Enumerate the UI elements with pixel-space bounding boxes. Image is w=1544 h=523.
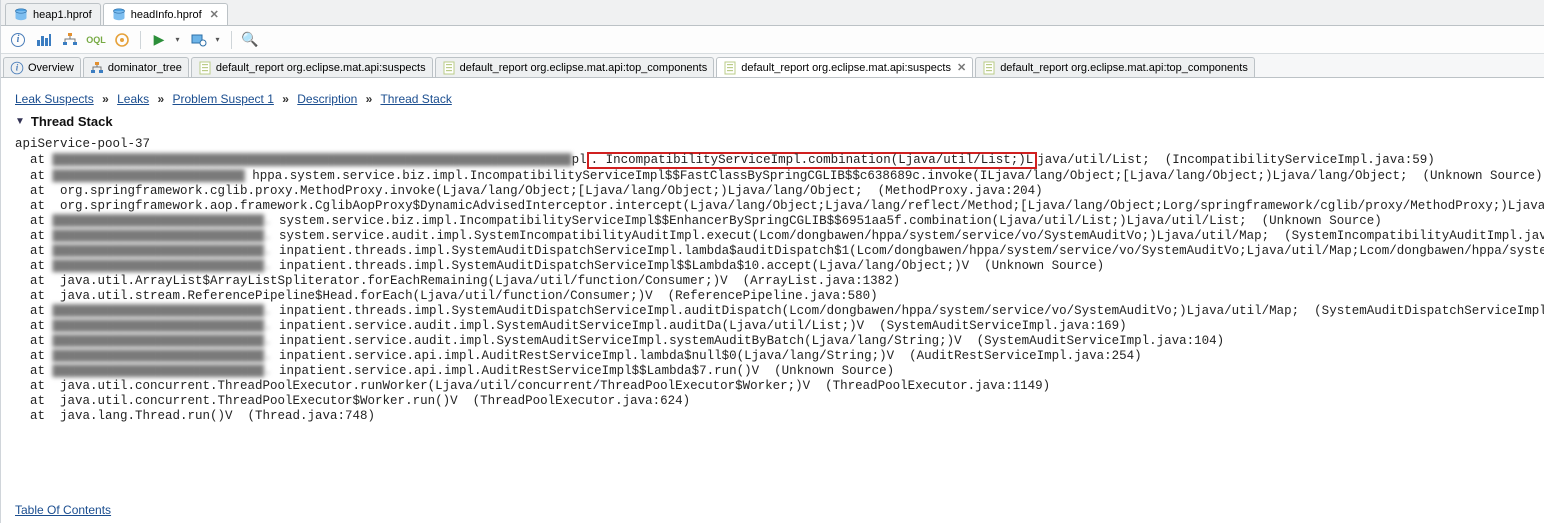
toolbar-separator bbox=[231, 31, 232, 49]
breadcrumb: Leak Suspects » Leaks » Problem Suspect … bbox=[1, 78, 1544, 112]
file-tab-heap1[interactable]: heap1.hprof bbox=[5, 3, 101, 25]
dominator-tree-icon[interactable] bbox=[59, 29, 81, 51]
report-icon bbox=[442, 61, 456, 75]
inner-tab-label: default_report org.eclipse.mat.api:top_c… bbox=[1000, 62, 1248, 74]
report-icon bbox=[982, 61, 996, 75]
report-body: Leak Suspects » Leaks » Problem Suspect … bbox=[1, 78, 1544, 523]
breadcrumb-link-leak-suspects[interactable]: Leak Suspects bbox=[15, 92, 94, 106]
hprof-file-icon bbox=[112, 8, 126, 22]
breadcrumb-link-leaks[interactable]: Leaks bbox=[117, 92, 149, 106]
breadcrumb-link-description[interactable]: Description bbox=[297, 92, 357, 106]
footer-toc-link[interactable]: Table Of Contents bbox=[15, 503, 111, 517]
file-tab-label: heap1.hprof bbox=[33, 9, 92, 21]
breadcrumb-separator: » bbox=[102, 92, 109, 106]
inner-tab-default-report-top-components-1[interactable]: default_report org.eclipse.mat.api:top_c… bbox=[435, 57, 715, 77]
run-report-dropdown-icon[interactable]: ▾ bbox=[174, 29, 184, 51]
report-icon bbox=[198, 61, 212, 75]
collapse-triangle-icon[interactable]: ▼ bbox=[15, 116, 25, 127]
close-icon[interactable]: ✕ bbox=[210, 8, 219, 21]
toolbar-separator bbox=[140, 31, 141, 49]
breadcrumb-separator: » bbox=[157, 92, 164, 106]
breadcrumb-link-thread-stack[interactable]: Thread Stack bbox=[380, 92, 451, 106]
editor-tabstrip: heap1.hprof headInfo.hprof ✕ bbox=[1, 0, 1544, 26]
thread-overview-icon[interactable] bbox=[111, 29, 133, 51]
inner-tab-label: default_report org.eclipse.mat.api:top_c… bbox=[460, 62, 708, 74]
breadcrumb-separator: » bbox=[366, 92, 373, 106]
file-tab-label: headInfo.hprof bbox=[131, 9, 202, 21]
inner-tab-label: dominator_tree bbox=[108, 62, 182, 74]
inner-tab-overview[interactable]: i Overview bbox=[3, 57, 81, 77]
overview-info-icon[interactable]: i bbox=[7, 29, 29, 51]
inner-tab-label: Overview bbox=[28, 62, 74, 74]
inner-tab-default-report-suspects-2[interactable]: default_report org.eclipse.mat.api:suspe… bbox=[716, 57, 973, 77]
info-icon: i bbox=[11, 61, 24, 74]
oql-icon[interactable]: OQL bbox=[85, 29, 107, 51]
inner-tab-default-report-top-components-2[interactable]: default_report org.eclipse.mat.api:top_c… bbox=[975, 57, 1255, 77]
find-icon[interactable]: 🔍 bbox=[239, 29, 261, 51]
report-footer: Table Of Contents Created by Eclipse Mem… bbox=[15, 503, 1544, 517]
inner-tab-dominator-tree[interactable]: dominator_tree bbox=[83, 57, 189, 77]
dominator-tree-icon bbox=[90, 61, 104, 75]
inner-tabstrip: i Overview dominator_tree default_report… bbox=[1, 54, 1544, 78]
file-tab-headinfo[interactable]: headInfo.hprof ✕ bbox=[103, 3, 228, 25]
inner-tab-label: default_report org.eclipse.mat.api:suspe… bbox=[741, 62, 951, 74]
histogram-icon[interactable] bbox=[33, 29, 55, 51]
thread-stack-content: apiService-pool-37 at ▇▇▇▇▇▇▇▇▇▇▇▇▇▇▇▇▇▇… bbox=[1, 137, 1544, 432]
run-report-icon[interactable]: ▶ bbox=[148, 29, 170, 51]
inner-tab-label: default_report org.eclipse.mat.api:suspe… bbox=[216, 62, 426, 74]
inner-tab-default-report-suspects-1[interactable]: default_report org.eclipse.mat.api:suspe… bbox=[191, 57, 433, 77]
editor-toolbar: i OQL ▶ ▾ ▾ 🔍 bbox=[1, 26, 1544, 54]
hprof-file-icon bbox=[14, 8, 28, 22]
section-header: ▼ Thread Stack bbox=[1, 112, 1544, 137]
breadcrumb-separator: » bbox=[282, 92, 289, 106]
breadcrumb-link-problem-suspect-1[interactable]: Problem Suspect 1 bbox=[173, 92, 274, 106]
section-title: Thread Stack bbox=[31, 114, 113, 129]
query-browser-icon[interactable] bbox=[188, 29, 210, 51]
report-icon bbox=[723, 61, 737, 75]
query-browser-dropdown-icon[interactable]: ▾ bbox=[214, 29, 224, 51]
close-icon[interactable]: ✕ bbox=[957, 61, 966, 74]
